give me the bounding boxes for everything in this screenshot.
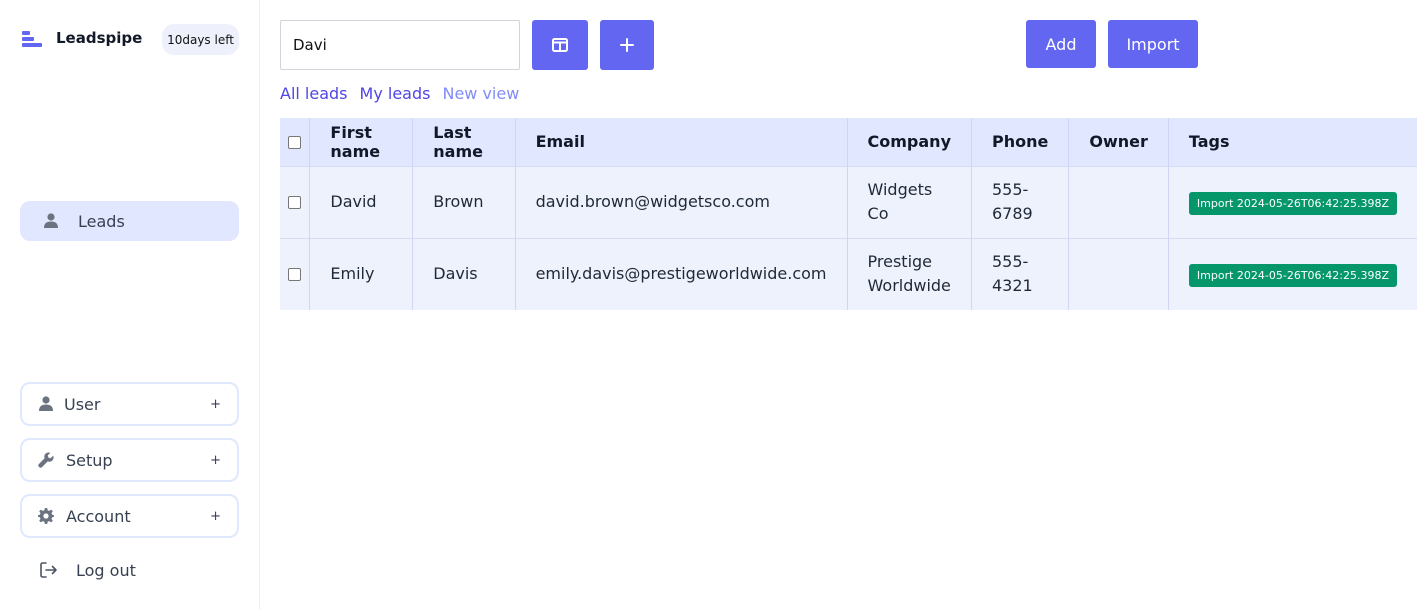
- tab-my-leads[interactable]: My leads: [360, 84, 431, 103]
- cell-owner: [1068, 237, 1169, 310]
- tag-badge[interactable]: Import 2024-05-26T06:42:25.398Z: [1188, 263, 1397, 287]
- phone-line-1: 555-: [992, 180, 1029, 199]
- account-menu-label: Account: [66, 506, 131, 526]
- tab-new-view[interactable]: New view: [442, 84, 519, 103]
- header-owner[interactable]: Owner: [1068, 118, 1169, 166]
- header-last-name[interactable]: Last name: [412, 118, 516, 166]
- wrench-icon: [38, 452, 54, 468]
- table-row[interactable]: Emily Davis emily.davis@prestigeworldwid…: [280, 237, 1417, 310]
- table-row[interactable]: David Brown david.brown@widgetsco.com Wi…: [280, 165, 1417, 238]
- user-menu-label: User: [64, 394, 101, 414]
- expand-icon: +: [210, 396, 221, 412]
- header-company[interactable]: Company: [846, 118, 972, 166]
- phone-line-2: 4321: [992, 276, 1033, 296]
- logout-icon: [40, 562, 57, 578]
- cell-email: emily.davis@prestigeworldwide.com: [514, 237, 848, 310]
- header-email[interactable]: Email: [514, 118, 848, 166]
- cell-last-name: Davis: [412, 237, 516, 310]
- tag-badge[interactable]: Import 2024-05-26T06:42:25.398Z: [1188, 191, 1397, 215]
- cell-phone: 555- 6789: [970, 165, 1069, 238]
- search-input[interactable]: [280, 20, 520, 70]
- logout-label: Log out: [76, 560, 136, 580]
- row-select-cell: [280, 165, 310, 238]
- trial-badge: 10days left: [162, 24, 239, 55]
- company-line-2: Worldwide: [867, 276, 951, 296]
- cell-owner: [1068, 165, 1169, 238]
- row-checkbox[interactable]: [288, 196, 302, 209]
- cell-first-name: Emily: [309, 237, 413, 310]
- phone-line-1: 555-: [992, 252, 1029, 272]
- plus-icon: [620, 38, 634, 52]
- cell-last-name: Brown: [412, 165, 516, 238]
- setup-menu-button[interactable]: Setup +: [20, 438, 239, 482]
- cell-tags: Import 2024-05-26T06:42:25.398Z: [1167, 237, 1417, 310]
- columns-icon: [552, 38, 568, 52]
- table-header-row: First name Last name Email Company Phone…: [280, 118, 1417, 166]
- select-all-cell: [280, 118, 310, 166]
- cell-company: Prestige Worldwide: [846, 237, 972, 310]
- user-icon: [38, 396, 54, 412]
- row-checkbox[interactable]: [288, 268, 302, 282]
- user-menu-button[interactable]: User +: [20, 382, 239, 426]
- expand-icon: +: [210, 508, 221, 524]
- cell-company: Widgets Co: [846, 165, 972, 238]
- header-tags[interactable]: Tags: [1167, 118, 1417, 166]
- select-all-checkbox[interactable]: [288, 136, 302, 150]
- gear-icon: [38, 508, 54, 524]
- logo-icon: [20, 26, 42, 50]
- layout-button[interactable]: [532, 20, 588, 70]
- add-button[interactable]: Add: [1026, 20, 1096, 68]
- import-button[interactable]: Import: [1108, 20, 1198, 68]
- sidebar: Leadspipe 10days left Leads User + Setup…: [0, 0, 260, 610]
- cell-tags: Import 2024-05-26T06:42:25.398Z: [1167, 165, 1417, 238]
- expand-icon: +: [210, 452, 221, 468]
- brand[interactable]: Leadspipe: [20, 26, 142, 50]
- logout-button[interactable]: Log out: [40, 558, 136, 582]
- leads-table: First name Last name Email Company Phone…: [280, 118, 1417, 310]
- user-icon: [44, 213, 58, 228]
- company-line-1: Prestige: [867, 252, 933, 272]
- cell-phone: 555- 4321: [970, 237, 1069, 310]
- header-first-name[interactable]: First name: [309, 118, 413, 166]
- cell-email: david.brown@widgetsco.com: [514, 165, 848, 238]
- tab-all-leads[interactable]: All leads: [280, 84, 348, 103]
- phone-line-2: 6789: [992, 204, 1033, 223]
- company-line-2: Co: [867, 204, 889, 223]
- setup-menu-label: Setup: [66, 450, 113, 470]
- company-line-1: Widgets: [867, 180, 933, 199]
- sidebar-item-label: Leads: [78, 211, 125, 231]
- account-menu-button[interactable]: Account +: [20, 494, 239, 538]
- cell-first-name: David: [309, 165, 413, 238]
- row-select-cell: [280, 237, 310, 310]
- sidebar-item-leads[interactable]: Leads: [20, 201, 239, 241]
- view-tabs: All leads My leads New view: [280, 84, 531, 103]
- brand-name: Leadspipe: [56, 29, 143, 47]
- add-view-button[interactable]: [600, 20, 654, 70]
- header-phone[interactable]: Phone: [970, 118, 1069, 166]
